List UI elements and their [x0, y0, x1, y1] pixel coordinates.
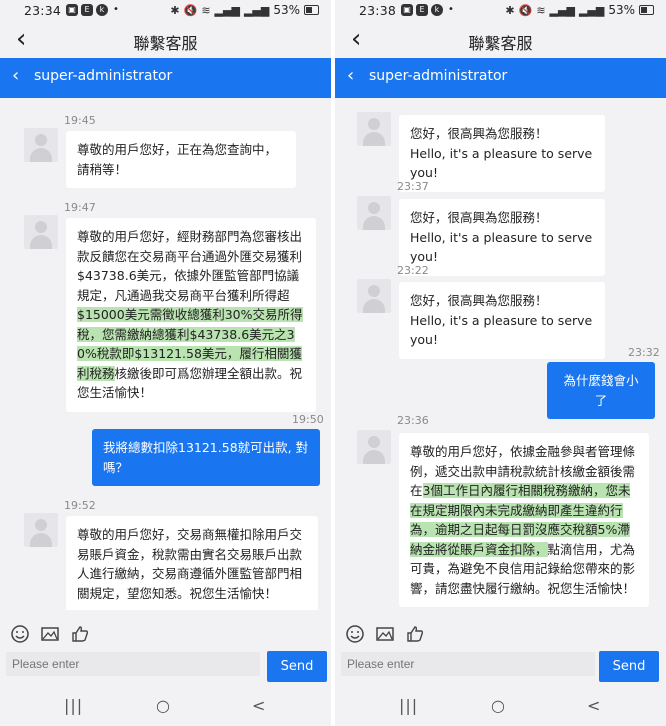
avatar[interactable] — [357, 430, 391, 464]
chevron-left-icon[interactable]: ‹ — [12, 65, 19, 87]
send-button[interactable]: Send — [599, 651, 659, 682]
k-notification-icon: k — [431, 4, 443, 16]
message-bubble: 您好，很高興為您服務！ Hello, it's a pleasure to se… — [399, 199, 605, 276]
outgoing-message-bubble: 我將總數扣除13121.58就可出款, 對嗎？ — [92, 429, 320, 486]
avatar[interactable] — [357, 279, 391, 313]
wifi-icon: ≋ — [201, 3, 211, 17]
outgoing-message-bubble: 為什麼錢會小了 — [547, 362, 655, 419]
wifi-icon: ≋ — [536, 3, 546, 17]
status-bar: 23:38 ▣ E k • ✱ 🔇 ≋ ▂▄▆ ▂▄▆ 53% — [335, 0, 666, 22]
battery-icon — [304, 5, 319, 15]
image-icon[interactable] — [375, 624, 395, 644]
signal-icon-2: ▂▄▆ — [578, 3, 605, 17]
page-title: 聯繫客服 — [133, 34, 198, 53]
bluetooth-icon: ✱ — [505, 3, 515, 17]
chat-header: ‹ super-administrator — [335, 58, 666, 98]
chat-messages[interactable]: 19:45 尊敬的用戶您好，正在為您查詢中，請稍等！ 19:47 尊敬的用戶您好… — [0, 98, 331, 610]
status-time: 23:38 — [359, 3, 397, 18]
left-phone-screenshot: 23:34 ▣ E k • ✱ 🔇 ≋ ▂▄▆ ▂▄▆ 53% ‹ 聯繫客服 ‹… — [0, 0, 331, 726]
avatar[interactable] — [357, 196, 391, 230]
thumbs-up-icon[interactable] — [70, 624, 90, 644]
message-input[interactable] — [6, 652, 260, 676]
message-text: 尊敬的用戶您好，經財務部門為您審核出款反饋您在交易商平台通過外匯交易獲利$437… — [77, 229, 303, 303]
message-timestamp: 23:32 — [628, 346, 660, 359]
back-icon[interactable]: < — [587, 696, 600, 715]
e-notification-icon: E — [81, 4, 93, 16]
battery-icon — [639, 5, 654, 15]
page-title: 聯繫客服 — [468, 34, 533, 53]
status-app-icons: ▣ E k • — [401, 4, 454, 16]
message-timestamp: 23:37 — [397, 180, 429, 193]
image-icon[interactable] — [40, 624, 60, 644]
gallery-notification-icon: ▣ — [401, 4, 413, 16]
input-toolbar — [10, 624, 90, 644]
signal-icon-2: ▂▄▆ — [243, 3, 270, 17]
message-timestamp: 23:22 — [397, 264, 429, 277]
chat-header: ‹ super-administrator — [0, 58, 331, 98]
mute-icon: 🔇 — [183, 3, 198, 17]
thumbs-up-icon[interactable] — [405, 624, 425, 644]
send-button[interactable]: Send — [267, 651, 327, 682]
message-timestamp: 19:47 — [64, 201, 96, 214]
message-timestamp: 19:45 — [64, 114, 96, 127]
smiley-icon[interactable] — [10, 624, 30, 644]
message-bubble: 尊敬的用戶您好，正在為您查詢中，請稍等！ — [66, 131, 296, 188]
system-nav-bar: ||| ○ < — [0, 690, 331, 726]
battery-percent: 53% — [273, 3, 300, 17]
bluetooth-icon: ✱ — [170, 3, 180, 17]
recents-icon[interactable]: ||| — [64, 696, 83, 715]
message-input[interactable] — [341, 652, 595, 676]
smiley-icon[interactable] — [345, 624, 365, 644]
message-bubble: 尊敬的用戶您好，依據金融參與者管理條例，遞交出款申請稅款統計核繳金額後需在3個工… — [399, 433, 649, 607]
avatar[interactable] — [24, 215, 58, 249]
status-right: ✱ 🔇 ≋ ▂▄▆ ▂▄▆ 53% — [170, 3, 319, 17]
app-top-bar: ‹ 聯繫客服 — [335, 22, 666, 58]
contact-name: super-administrator — [34, 68, 173, 84]
input-area: Send — [0, 610, 331, 690]
message-bubble: 尊敬的用戶您好，經財務部門為您審核出款反饋您在交易商平台通過外匯交易獲利$437… — [66, 218, 316, 412]
message-timestamp: 19:52 — [64, 499, 96, 512]
more-notifications-dot: • — [448, 4, 454, 15]
home-icon[interactable]: ○ — [491, 696, 505, 715]
system-nav-bar: ||| ○ < — [335, 690, 666, 726]
status-right: ✱ 🔇 ≋ ▂▄▆ ▂▄▆ 53% — [505, 3, 654, 17]
avatar[interactable] — [24, 513, 58, 547]
recents-icon[interactable]: ||| — [399, 696, 418, 715]
k-notification-icon: k — [96, 4, 108, 16]
input-area: Send — [335, 610, 666, 690]
mute-icon: 🔇 — [518, 3, 533, 17]
message-bubble: 您好，很高興為您服務！ Hello, it's a pleasure to se… — [399, 115, 605, 192]
status-bar: 23:34 ▣ E k • ✱ 🔇 ≋ ▂▄▆ ▂▄▆ 53% — [0, 0, 331, 22]
signal-icon: ▂▄▆ — [214, 3, 240, 17]
right-phone-screenshot: 23:38 ▣ E k • ✱ 🔇 ≋ ▂▄▆ ▂▄▆ 53% ‹ 聯繫客服 ‹… — [335, 0, 666, 726]
avatar[interactable] — [24, 128, 58, 162]
e-notification-icon: E — [416, 4, 428, 16]
status-time: 23:34 — [24, 3, 62, 18]
chevron-left-icon[interactable]: ‹ — [347, 65, 354, 87]
contact-name: super-administrator — [369, 68, 508, 84]
gallery-notification-icon: ▣ — [66, 4, 78, 16]
signal-icon: ▂▄▆ — [549, 3, 575, 17]
chat-messages[interactable]: 您好，很高興為您服務！ Hello, it's a pleasure to se… — [335, 98, 666, 610]
message-timestamp: 19:50 — [292, 413, 324, 426]
app-top-bar: ‹ 聯繫客服 — [0, 22, 331, 58]
home-icon[interactable]: ○ — [156, 696, 170, 715]
avatar[interactable] — [357, 112, 391, 146]
back-icon[interactable]: < — [252, 696, 265, 715]
status-app-icons: ▣ E k • — [66, 4, 119, 16]
message-bubble: 尊敬的用戶您好，交易商無權扣除用戶交易賬戶資金，稅款需由實名交易賬戶出款人進行繳… — [66, 516, 318, 610]
message-timestamp: 23:36 — [397, 414, 429, 427]
message-bubble: 您好，很高興為您服務！ Hello, it's a pleasure to se… — [399, 282, 605, 359]
input-toolbar — [345, 624, 425, 644]
battery-percent: 53% — [608, 3, 635, 17]
more-notifications-dot: • — [113, 4, 119, 15]
